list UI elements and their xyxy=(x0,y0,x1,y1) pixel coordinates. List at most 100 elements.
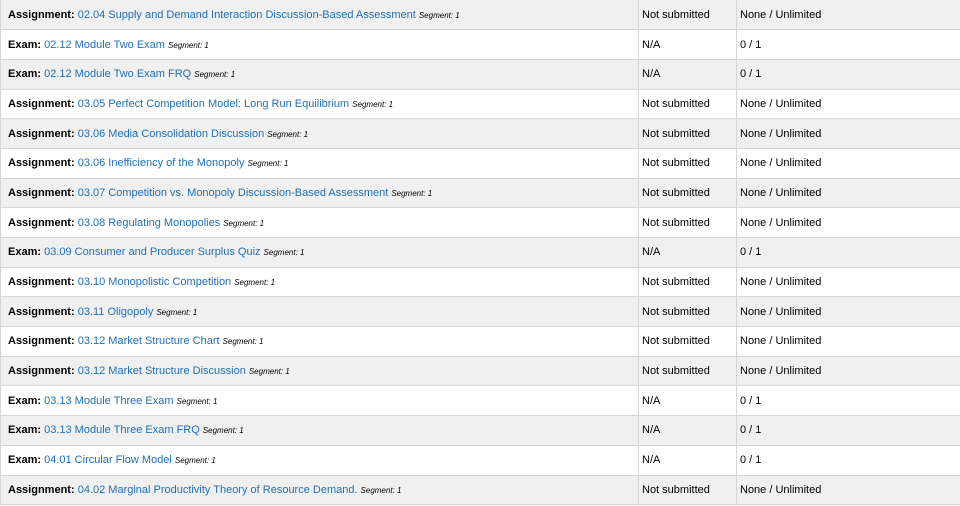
attempts-cell: None / Unlimited xyxy=(736,207,960,238)
attempts-cell: None / Unlimited xyxy=(736,118,960,149)
attempts-cell: 0 / 1 xyxy=(736,29,960,60)
status-cell: Not submitted xyxy=(638,118,737,149)
item-type: Assignment xyxy=(8,97,71,110)
item-title-link[interactable]: 04.02 Marginal Productivity Theory of Re… xyxy=(78,484,358,496)
item-cell: Assignment: 03.08 Regulating Monopolies S… xyxy=(0,207,639,238)
segment-label: Segment: 1 xyxy=(156,307,198,317)
attempts-cell: 0 / 1 xyxy=(736,415,960,446)
table-row: Assignment: 03.05 Perfect Competition Mo… xyxy=(0,89,960,120)
status-cell: Not submitted xyxy=(638,148,737,179)
item-title-link[interactable]: 03.13 Module Three Exam FRQ xyxy=(44,424,200,436)
item-title-link[interactable]: 03.12 Market Structure Discussion xyxy=(78,365,246,377)
item-type-separator: : xyxy=(70,335,75,348)
attempts-cell: 0 / 1 xyxy=(736,385,960,417)
item-type: Exam xyxy=(8,454,38,467)
item-cell: Assignment: 03.05 Perfect Competition Mo… xyxy=(0,89,639,120)
attempts-cell: None / Unlimited xyxy=(736,356,960,387)
attempts-cell: None / Unlimited xyxy=(736,475,960,506)
item-type: Assignment xyxy=(8,305,71,318)
item-type-separator: : xyxy=(70,157,75,170)
table-row: Exam: 02.12 Module Two Exam Segment: 1 N/A… xyxy=(0,29,960,60)
item-type-separator: : xyxy=(70,8,75,21)
item-type: Assignment xyxy=(8,127,71,140)
item-type: Exam xyxy=(8,394,38,407)
segment-label: Segment: 1 xyxy=(194,70,236,80)
table-row: Assignment: 03.12 Market Structure Chart… xyxy=(0,326,960,357)
item-title-link[interactable]: 04.01 Circular Flow Model xyxy=(44,454,172,466)
assignments-table: Assignment: 02.04 Supply and Demand Inte… xyxy=(0,0,960,506)
status-cell: N/A xyxy=(638,237,737,268)
item-title-link[interactable]: 02.12 Module Two Exam xyxy=(44,39,165,51)
item-type: Assignment xyxy=(8,483,71,496)
attempts-cell: None / Unlimited xyxy=(736,178,960,209)
item-title-link[interactable]: 02.12 Module Two Exam FRQ xyxy=(44,68,191,80)
item-type-separator: : xyxy=(37,424,42,437)
status-cell: N/A xyxy=(638,445,737,476)
item-type: Assignment xyxy=(8,8,71,21)
table-row: Assignment: 03.07 Competition vs. Monopo… xyxy=(0,178,960,209)
table-row: Exam: 03.13 Module Three Exam Segment: 1N… xyxy=(0,385,960,417)
item-title-link[interactable]: 02.04 Supply and Demand Interaction Disc… xyxy=(78,9,416,21)
item-title-link[interactable]: 03.13 Module Three Exam xyxy=(44,395,173,407)
item-title-link[interactable]: 03.07 Competition vs. Monopoly Discussio… xyxy=(78,187,389,199)
assignments-table-body: Assignment: 02.04 Supply and Demand Inte… xyxy=(0,0,960,506)
attempts-cell: None / Unlimited xyxy=(736,267,960,298)
item-title-link[interactable]: 03.06 Inefficiency of the Monopoly xyxy=(78,157,245,169)
item-cell: Assignment: 03.12 Market Structure Discu… xyxy=(0,356,639,387)
item-cell: Assignment: 03.07 Competition vs. Monopo… xyxy=(0,178,639,209)
item-type: Exam xyxy=(8,38,38,51)
item-cell: Exam: 03.09 Consumer and Producer Surplu… xyxy=(0,237,639,268)
item-title-link[interactable]: 03.08 Regulating Monopolies xyxy=(78,217,221,229)
item-cell: Assignment: 03.10 Monopolistic Competiti… xyxy=(0,267,639,298)
segment-label: Segment: 1 xyxy=(174,456,216,466)
item-type-separator: : xyxy=(70,97,75,110)
attempts-cell: None / Unlimited xyxy=(736,326,960,357)
item-cell: Exam: 03.13 Module Three Exam FRQ Segment… xyxy=(0,415,639,446)
item-type-separator: : xyxy=(70,365,75,378)
status-cell: Not submitted xyxy=(638,207,737,238)
status-cell: N/A xyxy=(638,29,737,60)
item-cell: Exam: 02.12 Module Two Exam Segment: 1 xyxy=(0,29,639,60)
table-row: Exam: 03.09 Consumer and Producer Surplu… xyxy=(0,237,960,268)
item-title-link[interactable]: 03.11 Oligopoly xyxy=(78,306,154,318)
item-type: Assignment xyxy=(8,186,71,199)
table-row: Assignment: 03.06 Media Consolidation Di… xyxy=(0,118,960,149)
status-cell: Not submitted xyxy=(638,0,737,31)
table-row: Assignment: 03.08 Regulating Monopolies S… xyxy=(0,207,960,238)
status-cell: Not submitted xyxy=(638,356,737,387)
segment-label: Segment: 1 xyxy=(263,248,305,258)
status-cell: Not submitted xyxy=(638,267,737,298)
table-row: Exam: 03.13 Module Three Exam FRQ Segment… xyxy=(0,415,960,446)
item-type-separator: : xyxy=(70,276,75,289)
segment-label: Segment: 1 xyxy=(222,337,264,347)
item-type: Exam xyxy=(8,246,38,259)
segment-label: Segment: 1 xyxy=(234,278,276,288)
segment-label: Segment: 1 xyxy=(418,10,460,20)
item-title-link[interactable]: 03.09 Consumer and Producer Surplus Quiz xyxy=(44,246,260,258)
item-cell: Assignment: 02.04 Supply and Demand Inte… xyxy=(0,0,639,31)
status-cell: Not submitted xyxy=(638,475,737,506)
item-type-separator: : xyxy=(70,483,75,496)
item-type: Assignment xyxy=(8,365,71,378)
item-cell: Assignment: 04.02 Marginal Productivity … xyxy=(0,475,639,506)
item-title-link[interactable]: 03.06 Media Consolidation Discussion xyxy=(78,128,265,140)
item-type: Assignment xyxy=(8,335,71,348)
attempts-cell: 0 / 1 xyxy=(736,237,960,268)
item-type-separator: : xyxy=(70,186,75,199)
segment-label: Segment: 1 xyxy=(267,129,309,139)
table-row: Assignment: 04.02 Marginal Productivity … xyxy=(0,475,960,506)
item-type-separator: : xyxy=(70,216,75,229)
item-cell: Exam: 02.12 Module Two Exam FRQ Segment: … xyxy=(0,59,639,90)
item-title-link[interactable]: 03.10 Monopolistic Competition xyxy=(78,276,231,288)
status-cell: N/A xyxy=(638,415,737,446)
item-type-separator: : xyxy=(37,38,42,51)
segment-label: Segment: 1 xyxy=(352,99,394,109)
item-type: Exam xyxy=(8,68,38,81)
segment-label: Segment: 1 xyxy=(176,396,218,406)
item-title-link[interactable]: 03.12 Market Structure Chart xyxy=(78,335,220,347)
attempts-cell: 0 / 1 xyxy=(736,59,960,90)
item-type: Exam xyxy=(8,424,38,437)
attempts-cell: None / Unlimited xyxy=(736,148,960,179)
item-title-link[interactable]: 03.05 Perfect Competition Model: Long Ru… xyxy=(78,98,349,110)
status-cell: Not submitted xyxy=(638,326,737,357)
